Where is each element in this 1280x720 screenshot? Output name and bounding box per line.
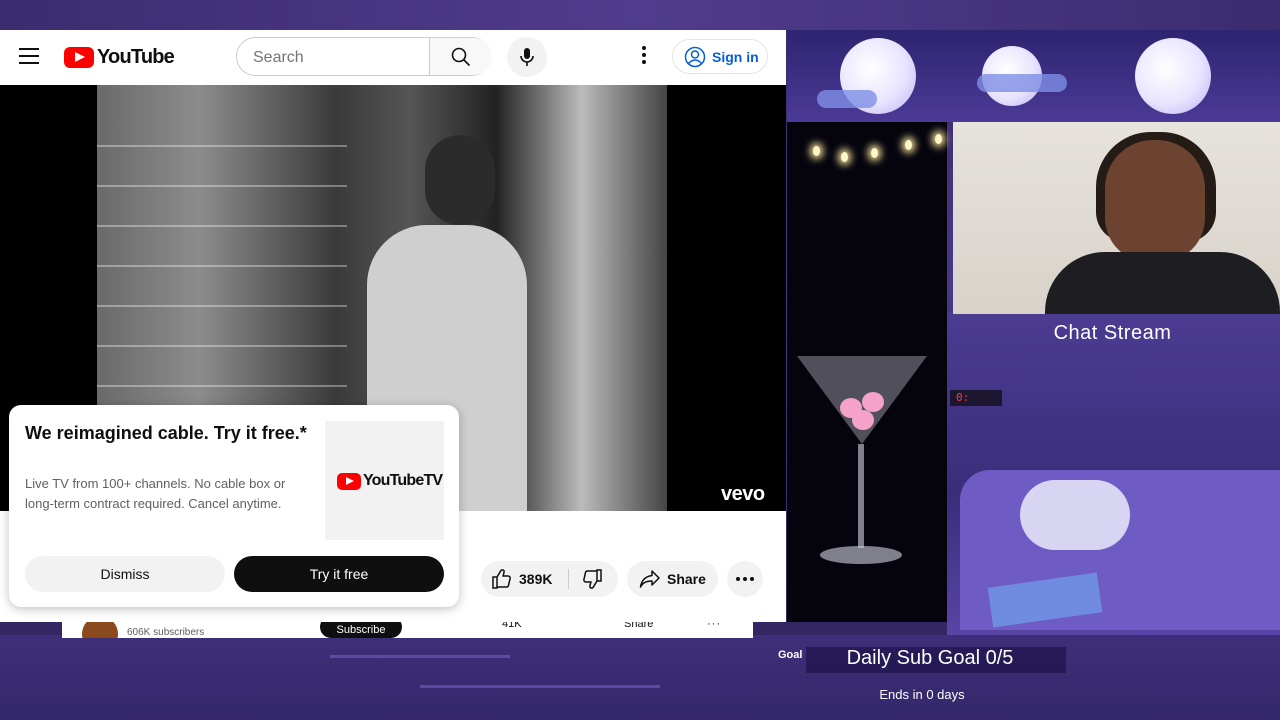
youtube-tv-promo: We reimagined cable. Try it free.* Live …	[9, 405, 459, 607]
string-light	[935, 134, 942, 144]
cloud-decoration	[977, 74, 1067, 92]
youtube-logo[interactable]: YouTube	[64, 45, 175, 68]
shutter-line	[97, 225, 347, 227]
shutter-line	[97, 305, 347, 307]
cloud-decoration	[817, 90, 877, 108]
shutter-line	[97, 345, 347, 347]
share-button[interactable]: Share	[627, 561, 718, 597]
search-icon	[451, 47, 471, 67]
more-horiz-icon[interactable]: ···	[707, 622, 721, 630]
string-light	[841, 152, 848, 162]
more-horiz-icon	[750, 577, 754, 581]
share-icon	[639, 570, 660, 588]
thumb-up-icon[interactable]	[491, 569, 513, 589]
shutter-line	[97, 385, 347, 387]
like-dislike-group: 389K	[481, 561, 618, 597]
martini-base	[820, 546, 902, 564]
dismiss-button[interactable]: Dismiss	[25, 556, 225, 592]
mic-icon	[520, 48, 534, 66]
floor-tile	[420, 685, 660, 688]
channel-avatar[interactable]	[82, 622, 118, 638]
share-button-secondary[interactable]: Share	[624, 622, 653, 630]
voice-search-button[interactable]	[507, 37, 547, 77]
search-box	[236, 37, 492, 77]
account-icon	[684, 46, 706, 68]
moon-banner	[787, 30, 1280, 122]
more-actions-button[interactable]	[727, 561, 763, 597]
promo-title: We reimagined cable. Try it free.*	[25, 423, 307, 443]
alarm-clock: 0:	[950, 390, 1002, 406]
flower-decoration	[852, 410, 874, 430]
bunny-pillow	[1020, 480, 1130, 550]
floor-tile	[330, 655, 510, 658]
menu-icon[interactable]	[19, 48, 39, 64]
string-light	[871, 148, 878, 158]
background-youtube-window: 606K subscribers Subscribe 41K Share ···	[62, 622, 753, 638]
stream-top-border	[0, 0, 1280, 30]
promo-logo-panel: YouTubeTV	[325, 421, 444, 540]
shutter-line	[97, 265, 347, 267]
share-label: Share	[667, 571, 706, 587]
vevo-watermark: vevo	[721, 483, 765, 505]
martini-stem	[858, 444, 864, 548]
youtube-tv-logo: YouTubeTV	[337, 472, 443, 490]
sign-in-label: Sign in	[712, 49, 759, 65]
flower-decoration	[862, 392, 884, 412]
shutter-line	[97, 185, 347, 187]
like-count-secondary[interactable]: 41K	[502, 622, 522, 630]
search-button[interactable]	[429, 38, 492, 75]
string-light	[813, 146, 820, 156]
youtube-tv-logo-text: YouTubeTV	[363, 472, 443, 489]
subscriber-count: 606K subscribers	[127, 627, 205, 638]
subscribe-button[interactable]: Subscribe	[320, 622, 402, 638]
more-vert-icon[interactable]	[634, 46, 654, 68]
webcam-person-face	[1105, 140, 1205, 262]
search-input[interactable]	[237, 38, 445, 77]
shutter-line	[97, 145, 347, 147]
sign-in-button[interactable]: Sign in	[672, 39, 768, 74]
thumb-down-icon[interactable]	[581, 569, 603, 589]
more-horiz-icon	[743, 577, 747, 581]
moon-decoration	[1135, 38, 1211, 114]
chat-stream-title: Chat Stream	[1053, 322, 1172, 344]
webcam-person-shirt	[1045, 252, 1280, 314]
promo-description: Live TV from 100+ channels. No cable box…	[25, 476, 286, 511]
youtube-window: YouTube Sign in	[0, 30, 786, 622]
stream-floor	[0, 635, 1280, 720]
youtube-play-icon	[64, 46, 94, 68]
string-light	[905, 140, 912, 150]
youtube-logo-text: YouTube	[97, 45, 175, 68]
try-it-free-button[interactable]: Try it free	[234, 556, 444, 592]
like-count[interactable]: 389K	[519, 571, 552, 587]
goal-text: Daily Sub Goal 0/5	[846, 647, 1014, 669]
sub-goal-widget: Goal Daily Sub Goal 0/5	[778, 645, 1068, 675]
like-divider	[568, 569, 569, 589]
youtube-masthead: YouTube Sign in	[0, 30, 786, 85]
more-horiz-icon	[736, 577, 740, 581]
youtube-play-icon	[337, 472, 361, 490]
goal-ends-text: Ends in 0 days	[879, 687, 965, 702]
person-head	[425, 135, 495, 225]
